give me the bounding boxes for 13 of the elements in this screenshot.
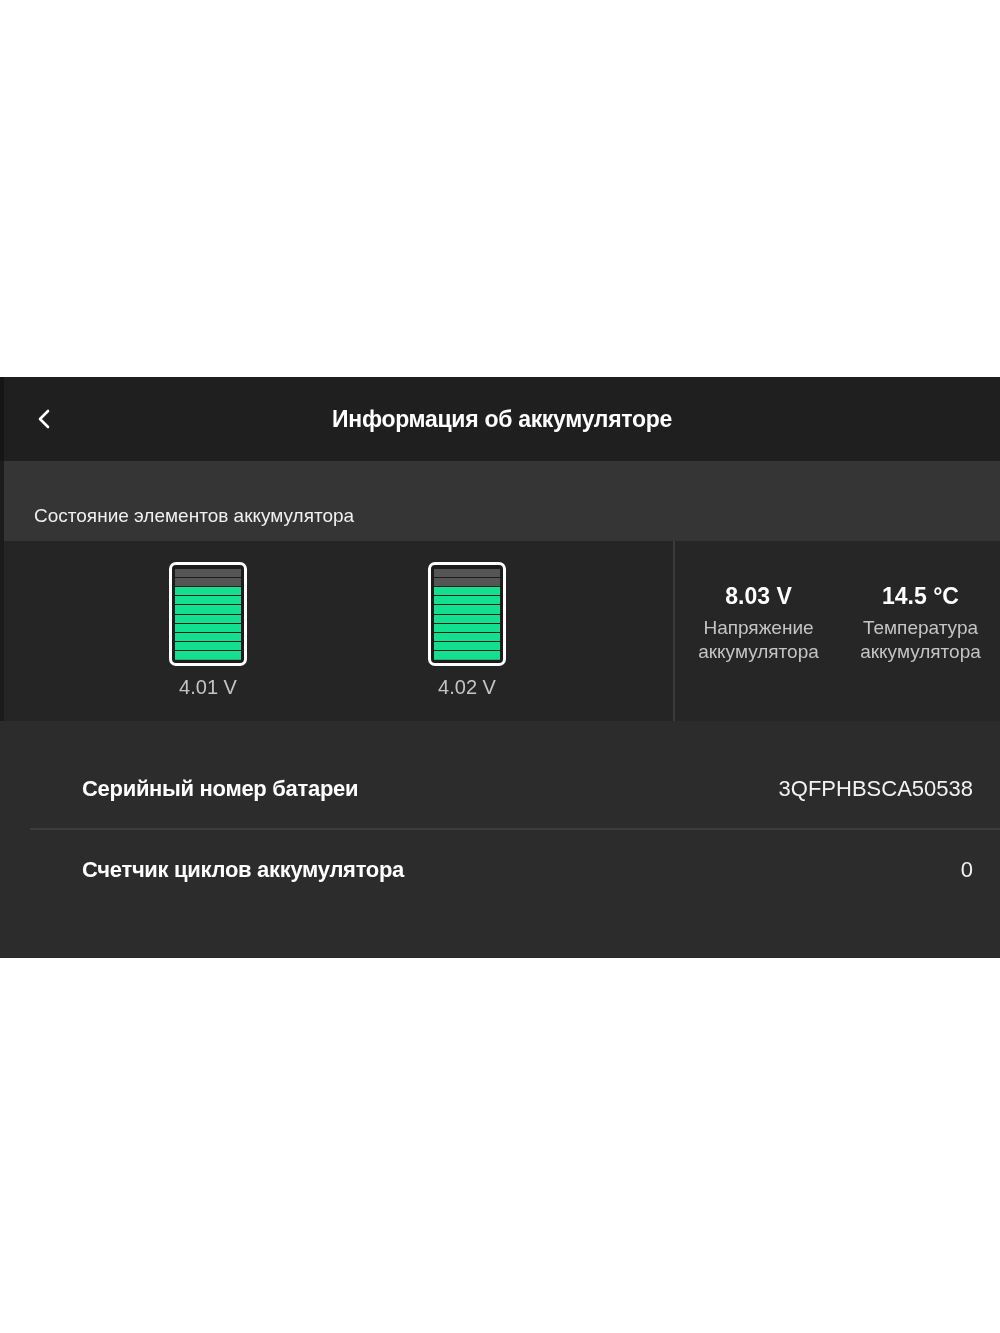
info-label: Счетчик циклов аккумулятора xyxy=(82,857,405,883)
stat-label: Напряжение аккумулятора xyxy=(697,616,820,664)
page-title: Информация об аккумуляторе xyxy=(332,405,672,433)
cell-voltage: 4.02 V xyxy=(438,676,496,699)
stat-value: 14.5 °C xyxy=(882,583,959,610)
stat-label: Температура аккумулятора xyxy=(859,616,982,664)
stat-value: 8.03 V xyxy=(725,583,792,610)
info-value: 3QFPHBSCA50538 xyxy=(778,776,973,802)
back-chevron-icon xyxy=(38,409,50,429)
info-label: Серийный номер батареи xyxy=(82,776,359,802)
section-title: Состояние элементов аккумулятора xyxy=(34,505,355,527)
info-value: 0 xyxy=(960,857,973,883)
cell-voltage: 4.01 V xyxy=(179,676,237,699)
